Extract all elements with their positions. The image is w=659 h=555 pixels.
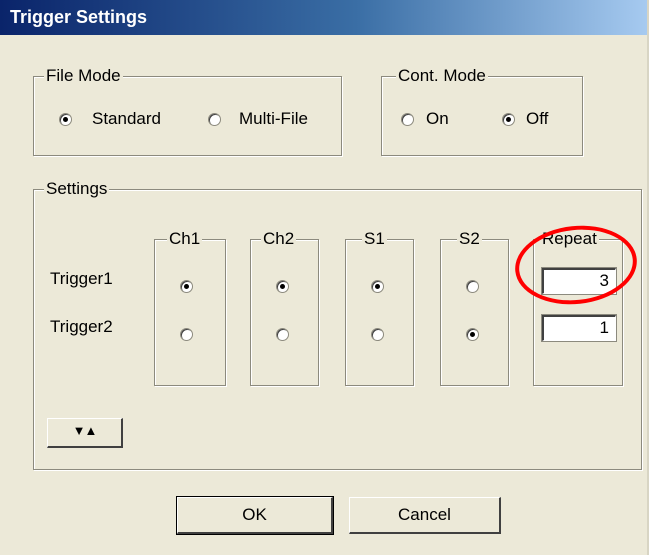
title-bar[interactable]: Trigger Settings xyxy=(0,0,647,35)
trigger1-ch2-radio[interactable] xyxy=(276,280,289,293)
ch2-column: Ch2 xyxy=(250,228,319,386)
trigger2-repeat-input[interactable]: 1 xyxy=(541,314,617,342)
expand-collapse-button[interactable]: ▼▲ xyxy=(47,418,123,448)
trigger1-ch1-radio[interactable] xyxy=(180,280,193,293)
triangle-toggle-icon: ▼▲ xyxy=(72,423,98,438)
trigger1-s2-radio[interactable] xyxy=(466,280,479,293)
cont-mode-off-label[interactable]: Off xyxy=(526,109,548,129)
s1-column: S1 xyxy=(345,228,414,386)
file-mode-standard-label[interactable]: Standard xyxy=(92,109,161,129)
cont-mode-on-radio[interactable] xyxy=(401,113,414,126)
cancel-button-label: Cancel xyxy=(398,505,451,524)
ch2-column-label: Ch2 xyxy=(261,228,297,250)
file-mode-standard-radio[interactable] xyxy=(59,113,72,126)
ch1-column: Ch1 xyxy=(154,228,226,386)
file-mode-group: File Mode Standard Multi-File xyxy=(33,65,342,156)
cont-mode-legend: Cont. Mode xyxy=(396,65,488,87)
trigger2-ch1-radio[interactable] xyxy=(180,328,193,341)
trigger-settings-dialog: Trigger Settings File Mode Standard Mult… xyxy=(0,0,649,555)
settings-legend: Settings xyxy=(44,178,110,200)
repeat-column: Repeat 3 1 xyxy=(533,228,623,386)
trigger2-s1-radio[interactable] xyxy=(371,328,384,341)
file-mode-legend: File Mode xyxy=(44,65,123,87)
settings-group: Settings Trigger1 Trigger2 Ch1 Ch2 S1 S2 xyxy=(33,178,642,470)
trigger1-repeat-input[interactable]: 3 xyxy=(541,267,617,295)
repeat-column-label: Repeat xyxy=(540,228,599,250)
s1-column-label: S1 xyxy=(362,228,387,250)
cont-mode-off-radio[interactable] xyxy=(502,113,515,126)
cont-mode-on-label[interactable]: On xyxy=(426,109,449,129)
trigger1-s1-radio[interactable] xyxy=(371,280,384,293)
trigger2-row-label: Trigger2 xyxy=(50,317,113,336)
s2-column: S2 xyxy=(440,228,509,386)
ch1-column-label: Ch1 xyxy=(167,228,203,250)
ok-button-label: OK xyxy=(242,505,267,524)
trigger2-ch2-radio[interactable] xyxy=(276,328,289,341)
ok-button[interactable]: OK xyxy=(176,496,334,535)
s2-column-label: S2 xyxy=(457,228,482,250)
trigger2-s2-radio[interactable] xyxy=(466,328,479,341)
cancel-button[interactable]: Cancel xyxy=(349,497,501,534)
trigger1-row-label: Trigger1 xyxy=(50,269,113,288)
window-title: Trigger Settings xyxy=(10,7,148,27)
file-mode-multifile-radio[interactable] xyxy=(208,113,221,126)
cont-mode-group: Cont. Mode On Off xyxy=(381,65,583,156)
file-mode-multifile-label[interactable]: Multi-File xyxy=(239,109,308,129)
